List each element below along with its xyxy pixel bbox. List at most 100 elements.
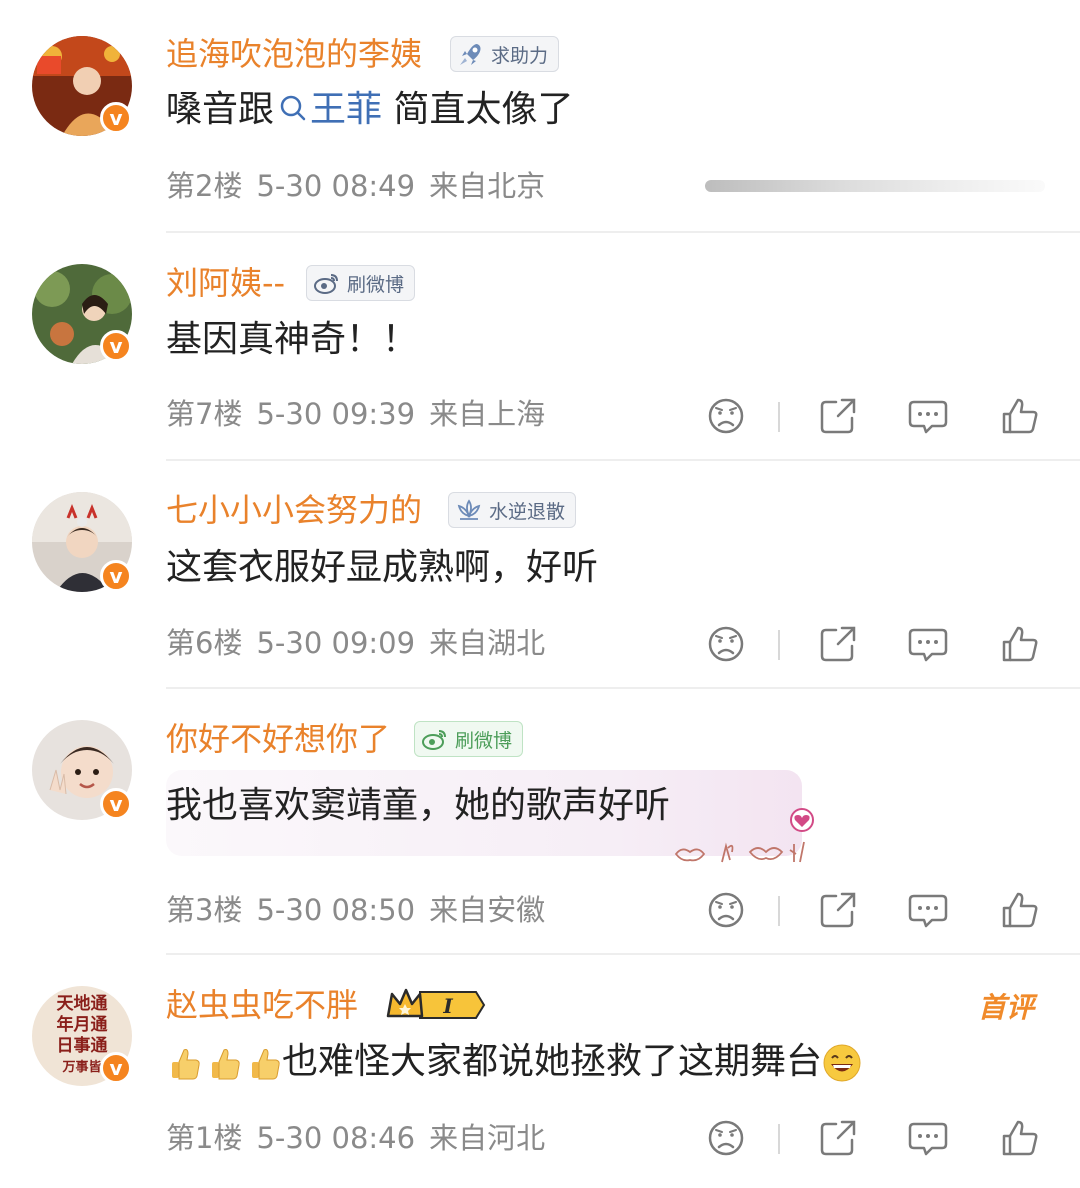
topic-link[interactable]: 王菲 bbox=[274, 89, 382, 130]
thumbs-up-emoji bbox=[172, 1049, 200, 1080]
like-icon bbox=[1002, 626, 1038, 662]
share-icon bbox=[820, 892, 856, 928]
like-icon bbox=[1002, 1120, 1038, 1156]
comment-location: 来自安徽 bbox=[429, 893, 546, 927]
hand-heart-decoration-icon bbox=[674, 808, 814, 863]
blurred-actions-bar bbox=[705, 180, 1045, 192]
grin-emoji bbox=[823, 1044, 861, 1082]
like-button[interactable] bbox=[998, 622, 1042, 666]
dislike-icon bbox=[708, 398, 744, 434]
comment-text-part: 嗓音跟 bbox=[166, 89, 275, 130]
username[interactable]: 七小小小会努力的 bbox=[166, 490, 422, 530]
badge-label: 刷微博 bbox=[347, 273, 405, 296]
action-separator bbox=[778, 630, 780, 660]
comment-button[interactable] bbox=[906, 1116, 950, 1160]
rocket-icon bbox=[460, 44, 481, 65]
badge-label: 求助力 bbox=[491, 44, 549, 67]
username[interactable]: 赵虫虫吃不胖 bbox=[166, 985, 358, 1025]
dislike-button[interactable] bbox=[704, 1116, 748, 1160]
floor-number: 第2楼 bbox=[166, 169, 243, 203]
floor-number: 第1楼 bbox=[166, 1121, 243, 1155]
share-icon bbox=[820, 1120, 856, 1156]
dislike-button[interactable] bbox=[704, 888, 748, 932]
divider bbox=[166, 231, 1080, 233]
action-bar bbox=[700, 888, 1050, 932]
avatar-text-line: 年月通 bbox=[56, 1015, 108, 1035]
comment-meta: 第7楼 5-30 09:39 来自上海 bbox=[166, 396, 559, 432]
divider bbox=[166, 687, 1080, 689]
comment-location: 来自湖北 bbox=[429, 626, 546, 660]
user-badge[interactable]: 水逆退散 bbox=[448, 492, 577, 528]
dislike-button[interactable] bbox=[704, 622, 748, 666]
comment-location: 来自河北 bbox=[429, 1121, 546, 1155]
like-icon bbox=[1002, 892, 1038, 928]
thumbs-up-emoji bbox=[212, 1049, 240, 1080]
comment-button[interactable] bbox=[906, 888, 950, 932]
search-icon bbox=[280, 95, 306, 121]
comment-text: 也难怪大家都说她拯救了这期舞台 bbox=[168, 1038, 862, 1086]
comment-date: 5-30 09:09 bbox=[256, 626, 416, 660]
username[interactable]: 追海吹泡泡的李姨 bbox=[166, 34, 422, 74]
weibo-icon bbox=[422, 730, 446, 750]
comment-meta: 第3楼 5-30 08:50 来自安徽 bbox=[166, 892, 559, 928]
comment-text: 嗓音跟 王菲 简直太像了 bbox=[166, 86, 573, 134]
action-bar bbox=[700, 394, 1050, 438]
first-comment-label: 首评 bbox=[978, 991, 1035, 1024]
verified-icon: v bbox=[100, 560, 132, 592]
comment-meta: 第6楼 5-30 09:09 来自湖北 bbox=[166, 625, 559, 661]
dislike-button[interactable] bbox=[704, 394, 748, 438]
dislike-icon bbox=[708, 1120, 744, 1156]
badge-label: 刷微博 bbox=[455, 729, 513, 752]
comment-icon bbox=[908, 400, 948, 434]
comment-text: 我也喜欢窦靖童，她的歌声好听 bbox=[166, 785, 671, 826]
like-button[interactable] bbox=[998, 888, 1042, 932]
comment-meta: 第1楼 5-30 08:46 来自河北 bbox=[166, 1120, 559, 1156]
comment-date: 5-30 08:46 bbox=[256, 1121, 416, 1155]
comment-text: 基因真神奇！！ bbox=[166, 319, 419, 360]
floor-number: 第7楼 bbox=[166, 397, 243, 431]
share-icon bbox=[820, 626, 856, 662]
badge-label: 水逆退散 bbox=[489, 500, 566, 523]
action-separator bbox=[778, 1124, 780, 1154]
verified-icon: v bbox=[100, 788, 132, 820]
user-badge[interactable]: 刷微博 bbox=[414, 721, 524, 757]
comment-icon bbox=[908, 894, 948, 928]
share-button[interactable] bbox=[816, 1116, 860, 1160]
verified-icon: v bbox=[100, 102, 132, 134]
floor-number: 第6楼 bbox=[166, 626, 243, 660]
action-separator bbox=[778, 402, 780, 432]
like-button[interactable] bbox=[998, 394, 1042, 438]
comment-date: 5-30 08:49 bbox=[256, 169, 416, 203]
user-badge[interactable]: 刷微博 bbox=[306, 265, 416, 301]
verified-icon: v bbox=[100, 330, 132, 362]
comment-meta: 第2楼 5-30 08:49 来自北京 bbox=[166, 168, 559, 204]
like-button[interactable] bbox=[998, 1116, 1042, 1160]
divider bbox=[166, 953, 1080, 955]
comment-button[interactable] bbox=[906, 394, 950, 438]
username[interactable]: 刘阿姨-- bbox=[166, 263, 285, 303]
crown-level-badge[interactable]: I bbox=[384, 984, 486, 1026]
comment-icon bbox=[908, 628, 948, 662]
share-button[interactable] bbox=[816, 394, 860, 438]
dislike-icon bbox=[708, 626, 744, 662]
verified-icon: v bbox=[100, 1052, 132, 1084]
username[interactable]: 你好不好想你了 bbox=[166, 719, 390, 759]
weibo-icon bbox=[314, 274, 338, 294]
floor-number: 第3楼 bbox=[166, 893, 243, 927]
comment-button[interactable] bbox=[906, 622, 950, 666]
action-separator bbox=[778, 896, 780, 926]
comment-text-part: 也难怪大家都说她拯救了这期舞台 bbox=[282, 1041, 823, 1082]
divider bbox=[166, 459, 1080, 461]
share-button[interactable] bbox=[816, 622, 860, 666]
user-badge[interactable]: 求助力 bbox=[450, 36, 560, 72]
comment-text-part: 简直太像了 bbox=[382, 89, 574, 130]
comment-date: 5-30 09:39 bbox=[256, 397, 416, 431]
action-bar bbox=[700, 1116, 1050, 1160]
share-icon bbox=[820, 398, 856, 434]
comment-date: 5-30 08:50 bbox=[256, 893, 416, 927]
comment-icon bbox=[908, 1122, 948, 1156]
avatar-text-line: 天地通 bbox=[56, 994, 108, 1014]
share-button[interactable] bbox=[816, 888, 860, 932]
lotus-icon bbox=[457, 499, 481, 520]
topic-link-label: 王菲 bbox=[310, 89, 383, 130]
